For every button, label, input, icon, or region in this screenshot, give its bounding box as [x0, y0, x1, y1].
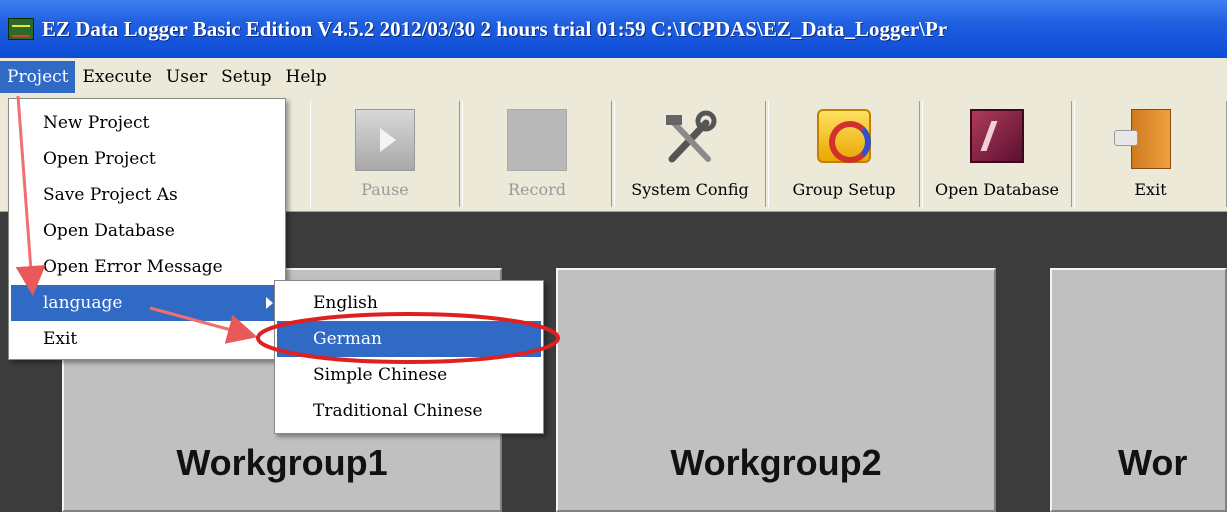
exit-button[interactable]: Exit [1074, 101, 1227, 207]
menu-project[interactable]: Project [0, 60, 76, 93]
door-exit-icon [1113, 109, 1171, 169]
window-title: EZ Data Logger Basic Edition V4.5.2 2012… [42, 16, 948, 41]
menu-item-language[interactable]: language [11, 285, 283, 321]
menu-user[interactable]: User [159, 61, 214, 93]
language-item-traditional-chinese[interactable]: Traditional Chinese [277, 393, 541, 429]
menu-item-exit[interactable]: Exit [11, 321, 283, 357]
exit-label: Exit [1134, 180, 1167, 199]
workgroup-panel-2[interactable]: Workgroup2 [556, 268, 996, 512]
menu-item-new-project[interactable]: New Project [11, 105, 283, 141]
menu-item-open-project[interactable]: Open Project [11, 141, 283, 177]
pause-label: Pause [361, 180, 409, 199]
workgroup-label: Wor [1118, 442, 1188, 483]
language-submenu: English German Simple Chinese Traditiona… [274, 280, 544, 434]
menu-help[interactable]: Help [279, 61, 334, 93]
record-label: Record [508, 180, 566, 199]
pause-button[interactable]: Pause [310, 101, 460, 207]
language-item-simple-chinese[interactable]: Simple Chinese [277, 357, 541, 393]
play-icon [355, 109, 415, 171]
workgroup-label: Workgroup2 [670, 442, 882, 483]
open-database-label: Open Database [934, 180, 1059, 199]
language-item-english[interactable]: English [277, 285, 541, 321]
menu-bar: Project Execute User Setup Help [0, 58, 1227, 95]
submenu-arrow-icon [266, 297, 273, 309]
menu-item-language-label: language [43, 293, 123, 313]
record-button[interactable]: Record [462, 101, 612, 207]
menu-item-save-project-as[interactable]: Save Project As [11, 177, 283, 213]
app-icon [8, 18, 34, 40]
system-config-label: System Config [631, 180, 749, 199]
menu-execute[interactable]: Execute [75, 61, 158, 93]
workgroup-panel-3[interactable]: Wor [1050, 268, 1227, 512]
group-setup-icon [817, 109, 871, 163]
language-item-german[interactable]: German [277, 321, 541, 357]
menu-item-open-database[interactable]: Open Database [11, 213, 283, 249]
group-setup-label: Group Setup [792, 180, 896, 199]
menu-item-open-error-message[interactable]: Open Error Message [11, 249, 283, 285]
menu-setup[interactable]: Setup [214, 61, 278, 93]
system-config-button[interactable]: System Config [614, 101, 766, 207]
open-database-button[interactable]: Open Database [922, 101, 1072, 207]
group-setup-button[interactable]: Group Setup [768, 101, 920, 207]
database-icon [970, 109, 1024, 163]
workgroup-label: Workgroup1 [176, 442, 388, 483]
tools-icon [666, 110, 717, 163]
project-menu: New Project Open Project Save Project As… [8, 98, 286, 360]
record-icon [507, 109, 567, 171]
title-bar: EZ Data Logger Basic Edition V4.5.2 2012… [0, 0, 1227, 58]
